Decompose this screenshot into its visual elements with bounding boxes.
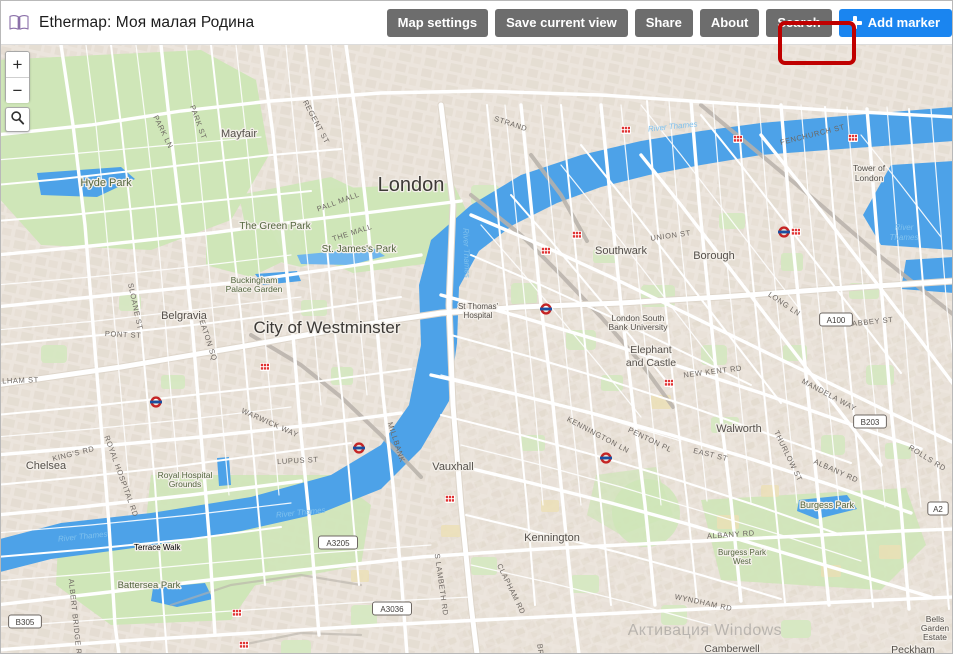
road-shield: A2 (927, 501, 949, 516)
svg-text:B305: B305 (16, 618, 35, 627)
zoom-controls: + − (5, 51, 30, 103)
map-place-label: Borough (693, 250, 735, 262)
map-place-label: The Green Park (239, 221, 311, 232)
map-place-label: St. James's Park (322, 244, 398, 255)
road-shield: A3205 (318, 535, 358, 550)
about-button[interactable]: About (699, 8, 760, 37)
app-header: Ethermap: Моя малая Родина Map settings … (1, 1, 952, 45)
rail-station-marker[interactable] (260, 363, 270, 371)
svg-text:B203: B203 (861, 418, 880, 427)
rail-station-marker[interactable] (541, 247, 551, 255)
map-street-label: PELHAM ST (1, 375, 39, 386)
map-place-label: Grounds (169, 479, 202, 489)
map-place-label: Burgess Park (718, 548, 767, 557)
svg-text:River Thames: River Thames (461, 228, 472, 278)
road-shield: A100 (819, 312, 853, 327)
map-book-icon (9, 14, 29, 31)
map-place-label: Chelsea (26, 460, 67, 472)
map-place-label: and Castle (626, 357, 676, 369)
page-title: Ethermap: Моя малая Родина (39, 13, 255, 31)
road-shield: B305 (8, 614, 42, 629)
map-tiles: .lbl { font-family: "Liberation Sans", s… (1, 45, 952, 654)
map-place-label: Hyde Park (80, 177, 132, 189)
map-place-label: Belgravia (161, 310, 208, 322)
svg-text:A3036: A3036 (380, 605, 404, 614)
map-place-label: Elephant (630, 344, 672, 356)
rail-station-marker[interactable] (445, 495, 455, 503)
map-place-label: Burgess Park (800, 500, 855, 510)
plus-icon (848, 16, 862, 29)
brand: Ethermap: Моя малая Родина (1, 14, 254, 32)
rail-station-marker[interactable] (733, 135, 743, 143)
map-place-label: Estate (923, 632, 947, 642)
map-place-label: Walworth (716, 423, 761, 435)
map-street-label: PONT ST (105, 329, 142, 340)
rail-station-marker[interactable] (848, 134, 858, 142)
map-viewport[interactable]: .lbl { font-family: "Liberation Sans", s… (1, 45, 952, 654)
map-place-label: Tower of (853, 163, 886, 173)
map-place-label: Peckham (891, 644, 935, 654)
map-place-label: St Thomas' (458, 302, 499, 311)
svg-text:River: River (895, 223, 914, 232)
rail-station-marker[interactable] (572, 231, 582, 239)
save-current-view-button[interactable]: Save current view (495, 8, 628, 37)
map-place-label: West (733, 557, 752, 566)
rail-station-marker[interactable] (232, 609, 242, 617)
map-place-label: Battersea Park (118, 580, 181, 591)
map-place-label: Camberwell (704, 643, 759, 654)
header-toolbar: Map settings Save current view Share Abo… (386, 1, 952, 44)
rail-station-marker[interactable] (239, 641, 249, 649)
map-place-label: Kennington (524, 532, 580, 544)
ethermap-app: Ethermap: Моя малая Родина Map settings … (0, 0, 953, 654)
add-marker-button[interactable]: Add marker (838, 8, 952, 37)
road-shield: A3036 (372, 601, 412, 616)
rail-station-marker[interactable] (621, 126, 631, 134)
map-place-label: London (855, 173, 884, 183)
search-button[interactable]: Search (766, 8, 832, 37)
map-settings-button[interactable]: Map settings (386, 8, 489, 37)
magnifier-icon (10, 110, 25, 130)
map-place-label: City of Westminster (253, 318, 400, 337)
map-place-label: Terrace Walk (134, 543, 181, 552)
map-place-label: Vauxhall (432, 461, 473, 473)
map-place-label: Hospital (464, 311, 493, 320)
map-place-label: Mayfair (221, 128, 257, 140)
add-marker-label: Add marker (867, 14, 940, 30)
rail-station-marker[interactable] (791, 228, 801, 236)
road-shield: B203 (853, 414, 887, 429)
share-button[interactable]: Share (634, 8, 693, 37)
map-place-label: Bank University (608, 322, 668, 332)
svg-text:A100: A100 (827, 316, 846, 325)
svg-text:A3205: A3205 (326, 539, 350, 548)
map-place-label: London (378, 174, 445, 196)
map-place-label: Palace Garden (226, 284, 283, 294)
map-place-label: Southwark (595, 245, 647, 257)
zoom-out-button[interactable]: − (6, 78, 29, 103)
svg-text:Thames: Thames (890, 233, 919, 242)
map-search-button[interactable] (5, 107, 30, 132)
rail-station-marker[interactable] (664, 379, 674, 387)
zoom-in-button[interactable]: + (6, 52, 29, 78)
svg-text:A2: A2 (933, 505, 943, 514)
